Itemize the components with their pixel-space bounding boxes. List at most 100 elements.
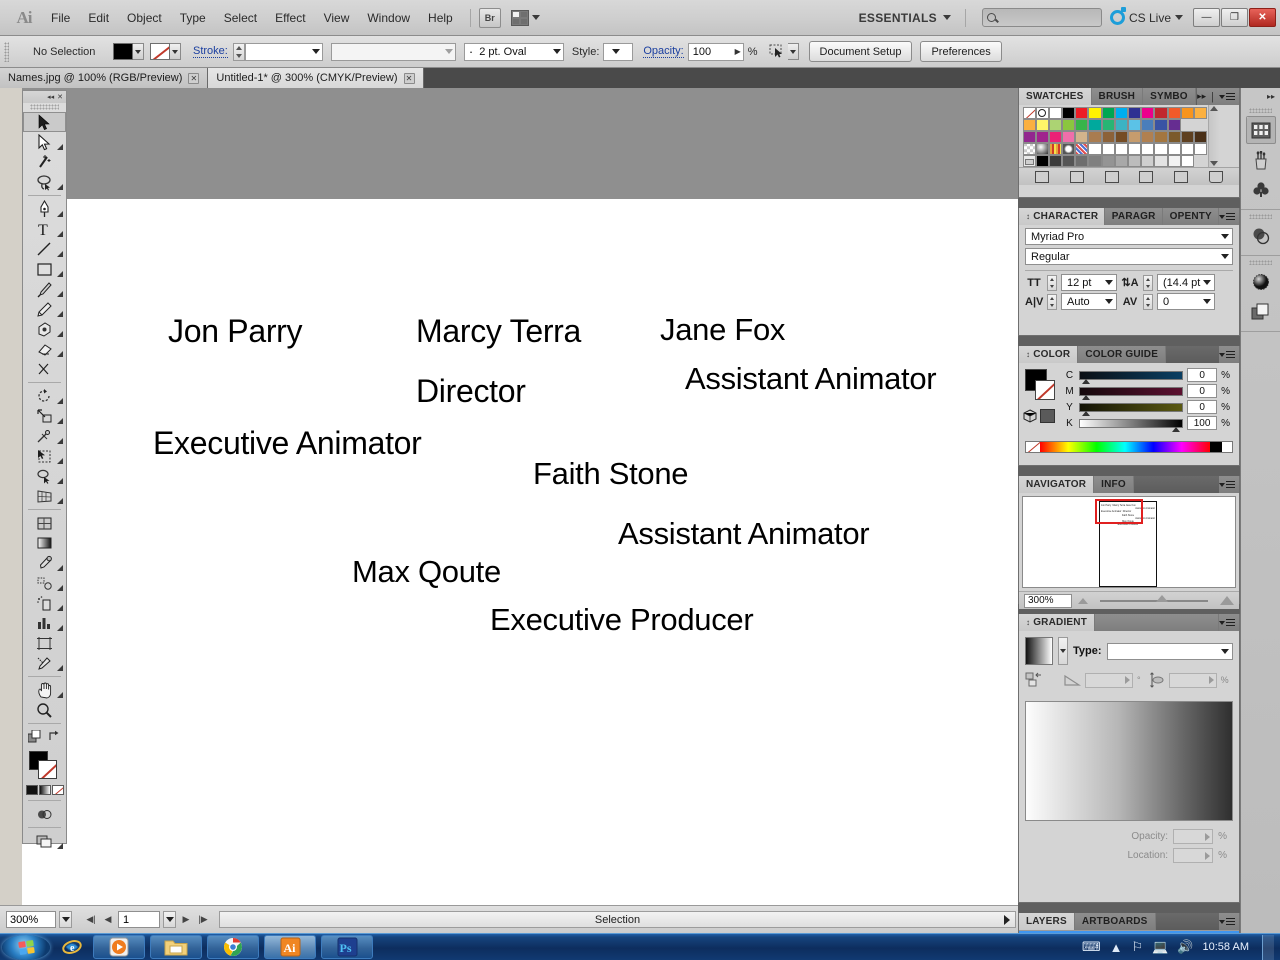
graphic-style-field[interactable]	[603, 42, 634, 61]
artboard[interactable]: Jon Parry Marcy Terra Jane Fox Assistant…	[22, 199, 1018, 905]
swatch-blank-9[interactable]	[1193, 142, 1208, 155]
leading-select[interactable]: (14.4 pt	[1157, 274, 1215, 291]
stroke-dropdown[interactable]	[170, 43, 181, 60]
magenta-slider[interactable]	[1079, 386, 1184, 400]
swatch-blank-2[interactable]	[1101, 142, 1115, 155]
panel-menu-icon[interactable]	[1219, 350, 1235, 359]
swatch-cyan[interactable]	[1114, 106, 1128, 119]
delete-swatch-icon[interactable]	[1208, 170, 1223, 183]
swatch-pale-green[interactable]	[1048, 118, 1063, 131]
menu-window[interactable]: Window	[358, 8, 419, 28]
pencil-tool[interactable]	[23, 299, 66, 319]
color-spectrum-bar[interactable]	[1025, 441, 1233, 453]
go-to-bridge-button[interactable]: Br	[478, 7, 501, 28]
font-size-stepper[interactable]	[1047, 274, 1057, 291]
artboard-text-faith-stone[interactable]: Faith Stone	[533, 456, 689, 492]
black-slider[interactable]	[1079, 418, 1184, 432]
clock[interactable]: 10:58 AM	[1203, 941, 1249, 953]
select-similar-dropdown[interactable]	[787, 43, 799, 60]
minimize-button[interactable]: —	[1193, 8, 1220, 27]
artboard-text-jane-fox[interactable]: Jane Fox	[660, 312, 785, 348]
swatch-blank-10[interactable]	[1193, 154, 1208, 167]
panel-menu-icon[interactable]	[1219, 917, 1235, 926]
menu-select[interactable]: Select	[215, 8, 266, 28]
swatch-sepia[interactable]	[1180, 130, 1194, 143]
swatch-sea-green[interactable]	[1101, 118, 1115, 131]
brushes-rail-icon[interactable]	[1246, 146, 1276, 174]
arrange-documents-button[interactable]	[510, 9, 540, 26]
close-icon[interactable]: ✕	[403, 72, 415, 84]
direct-selection-tool[interactable]	[23, 132, 66, 152]
expand-panels-icon[interactable]: ▸▸	[1267, 92, 1275, 101]
swatch-red[interactable]	[1075, 106, 1089, 119]
mesh-tool[interactable]	[23, 513, 66, 533]
zoom-level-field[interactable]: 300%	[6, 911, 56, 928]
previous-artboard-button[interactable]: ◀	[101, 911, 115, 928]
swatch-dot-gradient[interactable]	[1062, 142, 1076, 155]
stroke-swatch-large[interactable]	[38, 760, 57, 779]
swatch-blank-3[interactable]	[1114, 142, 1128, 155]
swatch-gray-70[interactable]	[1128, 154, 1142, 167]
gradient-fill-mode-icon[interactable]	[38, 785, 51, 795]
artboard-text-assistant-animator-2[interactable]: Assistant Animator	[618, 516, 870, 552]
cs-live-button[interactable]: CS Live	[1109, 7, 1183, 25]
swatch-blank-8[interactable]	[1180, 142, 1194, 155]
cyan-slider[interactable]	[1079, 370, 1184, 384]
fill-color-swatch[interactable]	[113, 43, 133, 60]
swatch-tan[interactable]	[1075, 130, 1089, 143]
rectangle-tool[interactable]	[23, 259, 66, 279]
gradient-type-select[interactable]	[1106, 642, 1233, 660]
kerning-stepper[interactable]	[1047, 293, 1057, 310]
status-display[interactable]: Selection	[219, 911, 1016, 928]
rotate-tool[interactable]	[23, 386, 66, 406]
opacity-label[interactable]: Opacity:	[643, 45, 684, 58]
close-icon[interactable]: ✕	[188, 72, 200, 84]
panel-menu-icon[interactable]	[1219, 480, 1235, 489]
network-flag-icon[interactable]: ⚐	[1131, 939, 1143, 955]
symbol-sprayer-tool[interactable]	[23, 593, 66, 613]
keyboard-icon[interactable]: ⌨	[1082, 939, 1101, 955]
stroke-weight-field[interactable]	[244, 42, 323, 61]
swatches-scrollbar[interactable]	[1207, 105, 1220, 167]
new-color-group-icon[interactable]	[1139, 170, 1154, 183]
magic-wand-tool[interactable]	[23, 152, 66, 172]
swatch-black[interactable]	[1062, 106, 1076, 119]
swatch-navy[interactable]	[1154, 118, 1168, 131]
default-fill-stroke-icon[interactable]	[27, 729, 41, 746]
show-swatch-kinds-icon[interactable]	[1069, 170, 1084, 183]
select-similar-icon[interactable]	[768, 43, 788, 61]
swatch-gray-50[interactable]	[1101, 154, 1115, 167]
swatch-gray-0[interactable]	[1035, 154, 1049, 167]
expand-panel-icon[interactable]: ▸▸	[1197, 91, 1206, 102]
search-input[interactable]	[981, 8, 1102, 27]
perspective-grid-tool[interactable]	[23, 486, 66, 506]
swatch-mauve[interactable]	[1035, 130, 1049, 143]
opacity-field[interactable]: 100 ▶	[687, 42, 744, 61]
swatch-blank-1[interactable]	[1088, 142, 1102, 155]
swatch-teal[interactable]	[1088, 118, 1102, 131]
artboard-text-director[interactable]: Director	[416, 373, 526, 410]
tab-swatches[interactable]: SWATCHES	[1019, 88, 1092, 105]
reverse-gradient-icon[interactable]	[1025, 671, 1045, 689]
last-artboard-button[interactable]: |▶	[196, 911, 210, 928]
color-cube-icon[interactable]	[1023, 409, 1037, 423]
panel-menu-icon[interactable]	[1219, 212, 1236, 221]
navigator-zoom-slider[interactable]	[1100, 594, 1208, 602]
swatch-khaki[interactable]	[1141, 130, 1155, 143]
document-tab-names-jpg[interactable]: Names.jpg @ 100% (RGB/Preview) ✕	[0, 68, 209, 88]
swatch-umber[interactable]	[1167, 130, 1181, 143]
swatch-brown[interactable]	[1101, 130, 1115, 143]
zoom-out-icon[interactable]	[1078, 597, 1088, 604]
leading-stepper[interactable]	[1143, 274, 1153, 291]
navigator-zoom-field[interactable]: 300%	[1024, 593, 1072, 608]
swatch-white[interactable]	[1048, 106, 1063, 119]
swatch-gray-80[interactable]	[1141, 154, 1155, 167]
transparency-rail-icon[interactable]	[1246, 298, 1276, 326]
swatch-sphere-gradient[interactable]	[1035, 142, 1049, 155]
color-fill-mode-icon[interactable]	[25, 785, 38, 795]
artboard-text-executive-producer[interactable]: Executive Producer	[490, 602, 754, 638]
swatch-light-orange[interactable]	[1022, 118, 1036, 131]
start-button[interactable]	[2, 934, 50, 960]
gradient-aspect-field[interactable]	[1168, 672, 1217, 688]
swatch-empty-2[interactable]	[1193, 118, 1208, 131]
